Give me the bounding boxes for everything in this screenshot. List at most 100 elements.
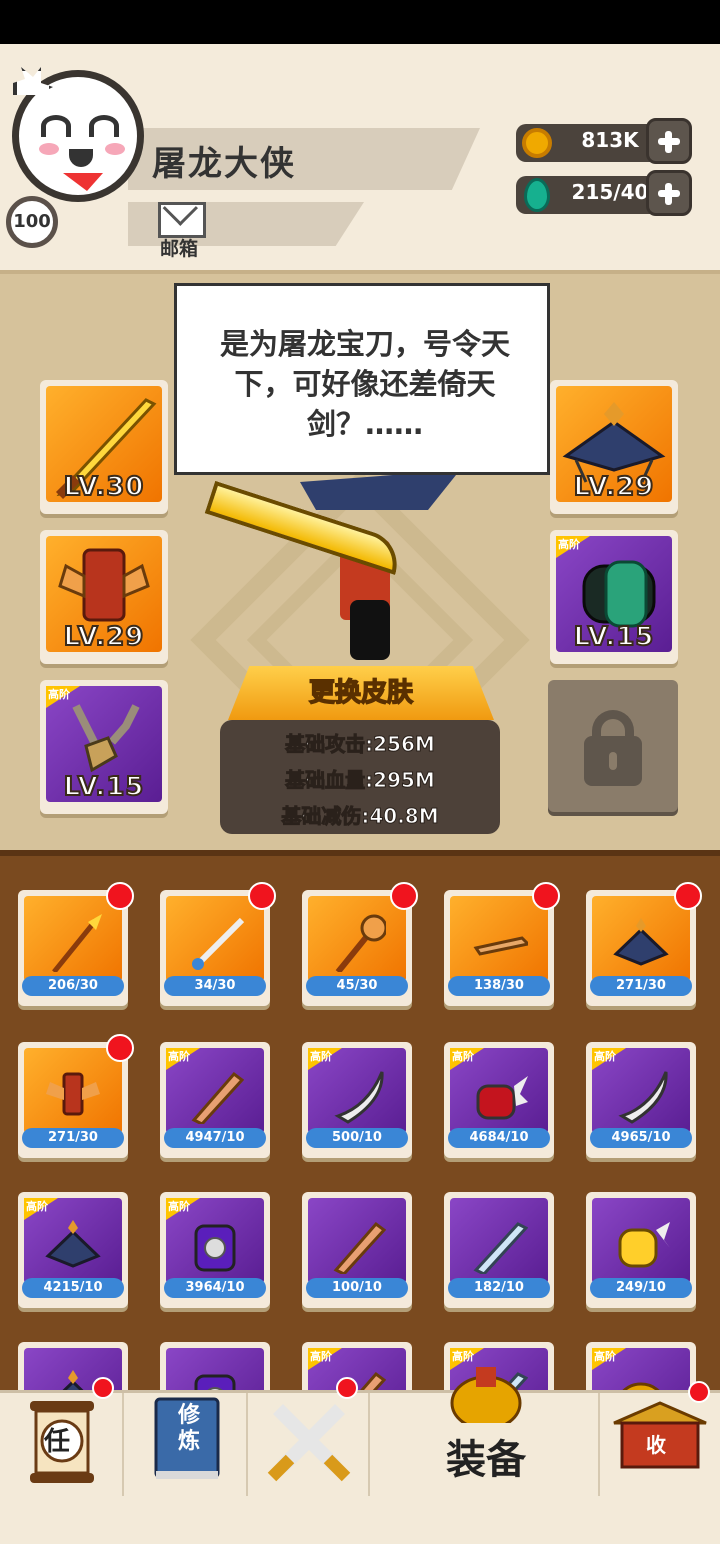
mail-icon[interactable] <box>158 202 206 238</box>
right-eye <box>89 115 119 137</box>
item-count: 34/30 <box>164 976 266 996</box>
stats-box: 基础攻击:256M 基础血量:295M 基础减伤:40.8M <box>220 720 500 834</box>
stat-hp: 基础血量:295M <box>285 768 436 793</box>
inventory-item[interactable]: 高阶 4215/10 <box>18 1192 128 1308</box>
inventory-item[interactable]: 45/30 <box>302 882 418 1006</box>
notification-dot <box>92 1377 114 1399</box>
item-count: 500/10 <box>306 1128 408 1148</box>
inventory-item[interactable]: 271/30 <box>586 882 702 1006</box>
item-count: 45/30 <box>306 976 408 996</box>
rarity-tag-label: 高阶 <box>310 1350 332 1363</box>
nav-shop[interactable]: 收 <box>600 1381 720 1499</box>
nav-battle[interactable] <box>248 1377 370 1499</box>
change-skin-label[interactable]: 更换皮肤 <box>228 672 494 709</box>
notification-dot <box>336 1377 358 1399</box>
nav-equip-label: 装备 <box>446 1437 526 1483</box>
item-count: 138/30 <box>448 976 550 996</box>
item-count: 271/30 <box>22 1128 124 1148</box>
item-count: 3964/10 <box>164 1278 266 1298</box>
inventory-item[interactable]: 高阶 3964/10 <box>160 1192 270 1308</box>
bottom-safe-area <box>0 1496 720 1544</box>
equip-slot-armor[interactable]: LV.29 <box>40 530 168 664</box>
rarity-tag-label: 高阶 <box>452 1050 474 1063</box>
rarity-tag-label: 高阶 <box>594 1350 616 1363</box>
equip-slot-bracer[interactable]: 高阶 LV.15 <box>550 530 678 664</box>
equip-slot-hat[interactable]: LV.29 <box>550 380 678 514</box>
gem-icon <box>524 178 550 212</box>
slot-level: LV.29 <box>63 621 145 653</box>
gold-counter: 813K <box>516 124 666 162</box>
armor-icon <box>24 1048 122 1134</box>
inventory-item[interactable]: 高阶 500/10 <box>302 1042 412 1158</box>
slot-level: LV.29 <box>573 471 655 503</box>
gold-value: 813K <box>581 128 639 152</box>
sword-icon <box>166 896 264 982</box>
inventory-item[interactable]: 206/30 <box>18 882 134 1006</box>
notification-dot <box>688 1381 710 1403</box>
broken-blade-icon <box>450 896 548 982</box>
item-count: 182/10 <box>448 1278 550 1298</box>
helmet-icon <box>450 1367 522 1423</box>
nav-shop-label: 收 <box>646 1433 666 1457</box>
item-count: 206/30 <box>22 976 124 996</box>
inventory-item[interactable]: 高阶 <box>586 1342 696 1390</box>
inventory-item[interactable]: 249/10 <box>586 1192 696 1308</box>
lock-keyhole <box>609 752 617 770</box>
equip-slot-amulet[interactable]: 高阶 LV.15 <box>40 680 168 814</box>
staff-icon <box>308 896 406 982</box>
equip-slot-weapon[interactable]: LV.30 <box>40 380 168 514</box>
rarity-tag-label: 高阶 <box>594 1050 616 1063</box>
locked-slot[interactable] <box>548 680 678 812</box>
notification-dot <box>106 882 134 910</box>
nav-task-label: 任 <box>44 1427 71 1457</box>
notification-dot <box>532 882 560 910</box>
inventory-item[interactable]: 高阶 4947/10 <box>160 1042 270 1158</box>
inventory-item[interactable]: 182/10 <box>444 1192 554 1308</box>
notification-dot <box>106 1034 134 1062</box>
nav-task[interactable]: 任 <box>0 1377 124 1499</box>
inventory-grid[interactable]: 206/30 34/30 45/30 138/30 271/30 271/30 高阶 4947… <box>0 850 720 1390</box>
notification-dot <box>674 882 702 910</box>
item-count: 249/10 <box>590 1278 692 1298</box>
nav-equip[interactable]: 装备 <box>370 1367 600 1499</box>
player-name: 屠龙大侠 <box>152 144 296 184</box>
inventory-item[interactable]: 271/30 <box>18 1034 134 1158</box>
wooden-sword-icon <box>308 1198 406 1284</box>
nav-cultivate-label: 修炼 <box>178 1403 201 1454</box>
spear-icon <box>24 896 122 982</box>
rarity-tag-label: 高阶 <box>48 688 70 701</box>
rarity-tag-label: 高阶 <box>310 1050 332 1063</box>
slot-level: LV.15 <box>573 621 655 653</box>
player-level-badge: 100 <box>6 196 58 248</box>
notification-dot <box>248 882 276 910</box>
slot-level: LV.15 <box>63 771 145 803</box>
inventory-item[interactable] <box>160 1342 270 1390</box>
inventory-item[interactable]: 100/10 <box>302 1192 412 1308</box>
bottom-nav: 任 修炼 装备 收 <box>0 1367 720 1499</box>
rarity-tag-label: 高阶 <box>168 1050 190 1063</box>
nav-cultivate[interactable]: 修炼 <box>124 1393 248 1499</box>
mail-label[interactable]: 邮箱 <box>160 234 198 261</box>
inventory-item[interactable]: 高阶 4684/10 <box>444 1042 554 1158</box>
item-count: 4215/10 <box>22 1278 124 1298</box>
item-count: 100/10 <box>306 1278 408 1298</box>
item-count: 4947/10 <box>164 1128 266 1148</box>
item-count: 4684/10 <box>448 1128 550 1148</box>
mouth <box>69 149 93 167</box>
hero-legs <box>350 600 390 660</box>
avatar[interactable] <box>12 67 144 202</box>
inventory-item[interactable]: 高阶 4965/10 <box>586 1042 696 1158</box>
gem-counter: 215/40 <box>516 176 666 214</box>
add-gem-button[interactable] <box>646 170 692 216</box>
add-gold-button[interactable] <box>646 118 692 164</box>
game-screen: { "player": { "name": "屠龙大侠", "level": "… <box>0 0 720 1544</box>
crossed-swords-icon <box>267 1404 351 1482</box>
stat-attack: 基础攻击:256M <box>285 732 436 757</box>
inventory-item[interactable]: 34/30 <box>160 882 276 1006</box>
left-eye <box>41 115 71 137</box>
stat-reduce: 基础减伤:40.8M <box>281 804 439 829</box>
speech-bubble: 是为屠龙宝刀，号令天下，可好像还差倚天剑？…… <box>174 283 550 475</box>
inventory-item[interactable]: 138/30 <box>444 882 560 1006</box>
straw-hat-icon <box>592 896 690 982</box>
crystal-sword-icon <box>450 1198 548 1284</box>
